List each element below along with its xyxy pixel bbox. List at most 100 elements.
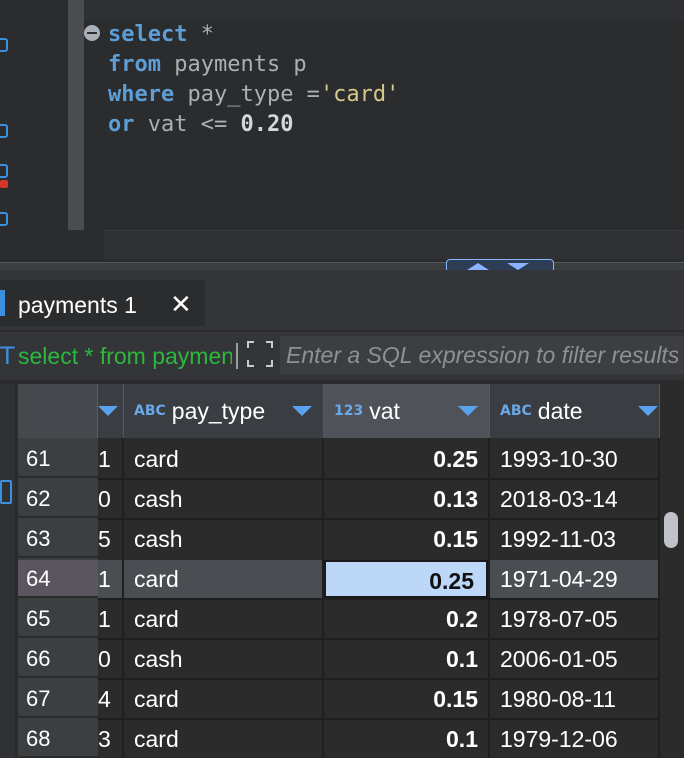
cell-vat[interactable]: 0.1 <box>324 720 490 758</box>
chevron-up-icon <box>467 263 489 270</box>
script-icon[interactable] <box>0 164 8 178</box>
cell-id[interactable]: 1 <box>98 440 124 478</box>
column-name: pay_type <box>171 397 266 424</box>
row-number[interactable]: 62 <box>18 480 98 518</box>
fold-collapse-icon[interactable] <box>84 25 100 41</box>
active-query-label[interactable]: select * from payments p <box>18 340 232 372</box>
grid-line <box>98 678 658 680</box>
grid-line <box>98 718 658 720</box>
cell-date[interactable]: 1980-08-11 <box>490 680 660 718</box>
cell-date[interactable]: 1993-10-30 <box>490 440 660 478</box>
cell-vat[interactable]: 0.1 <box>324 640 490 678</box>
cell-vat[interactable]: 0.25 <box>324 440 490 478</box>
cell-pay-type[interactable]: card <box>124 720 324 758</box>
cell-date[interactable]: 1979-12-06 <box>490 720 660 758</box>
type-abc-icon: ABC <box>134 403 166 419</box>
code-text: payments p <box>160 52 307 77</box>
filter-expression-input[interactable] <box>280 336 684 374</box>
sort-icon[interactable] <box>292 406 312 416</box>
grid-line <box>98 598 658 600</box>
cell-id[interactable]: 3 <box>98 720 124 758</box>
row-number[interactable]: 61 <box>18 440 98 478</box>
editor-header-strip <box>84 0 684 20</box>
cell-pay-type[interactable]: cash <box>124 520 324 558</box>
row-header-corner[interactable] <box>18 384 98 438</box>
keyword: where <box>108 82 175 107</box>
number-literal: 0.20 <box>240 112 294 137</box>
grid-line <box>488 438 490 758</box>
code-line-4: or vat <= 0.20 <box>108 110 293 140</box>
filter-divider <box>236 343 238 369</box>
row-number[interactable]: 67 <box>18 680 98 718</box>
chevron-down-icon <box>507 263 529 270</box>
keyword: from <box>108 52 161 77</box>
editor-code-area[interactable]: select * from payments p where pay_type … <box>84 20 684 230</box>
cell-pay-type[interactable]: card <box>124 680 324 718</box>
column-header-id[interactable] <box>98 384 124 438</box>
cell-id[interactable]: 1 <box>98 560 124 598</box>
text-mode-icon[interactable]: T <box>0 340 15 372</box>
cell-vat[interactable]: 0.13 <box>324 480 490 518</box>
cell-pay-type[interactable]: cash <box>124 480 324 518</box>
cell-date[interactable]: 1992-11-03 <box>490 520 660 558</box>
grid-line <box>98 478 658 480</box>
cell-vat-focused[interactable]: 0.25 <box>324 560 488 598</box>
tab-indicator <box>0 290 5 316</box>
expand-icon[interactable] <box>246 340 274 368</box>
keyword: select <box>108 22 188 47</box>
cell-date[interactable]: 2018-03-14 <box>490 480 660 518</box>
code-line-3: where pay_type ='card' <box>108 80 399 110</box>
grid-line <box>98 638 658 640</box>
cell-vat[interactable]: 0.15 <box>324 680 490 718</box>
cell-vat[interactable]: 0.15 <box>324 520 490 558</box>
error-badge-icon <box>0 180 8 188</box>
editor-horizontal-scrollbar[interactable] <box>104 230 684 259</box>
sort-icon[interactable] <box>638 406 658 416</box>
column-name: date <box>537 397 583 424</box>
row-number[interactable]: 68 <box>18 720 98 758</box>
tab-label: payments 1 <box>18 292 137 318</box>
editor-gutter <box>68 0 84 230</box>
cell-date[interactable]: 1978-07-05 <box>490 600 660 638</box>
grid-side-panel <box>0 384 15 758</box>
editor-side-toolbar <box>0 0 14 268</box>
cell-id[interactable]: 4 <box>98 680 124 718</box>
column-header-vat[interactable]: 123 vat <box>324 384 490 438</box>
row-number[interactable]: 63 <box>18 520 98 558</box>
keyword: or <box>108 112 135 137</box>
code-text: * <box>187 22 214 47</box>
code-line-2: from payments p <box>108 50 307 80</box>
code-text: vat <= <box>134 112 241 137</box>
grid-vertical-scrollbar[interactable] <box>664 512 678 548</box>
grid-line <box>658 438 660 758</box>
row-number-selected[interactable]: 64 <box>18 560 98 598</box>
type-number-icon: 123 <box>334 403 364 419</box>
cell-pay-type[interactable]: card <box>124 440 324 478</box>
cell-id[interactable]: 0 <box>98 640 124 678</box>
cell-pay-type[interactable]: card <box>124 560 324 598</box>
cell-date[interactable]: 1971-04-29 <box>490 560 660 598</box>
cell-id[interactable]: 1 <box>98 600 124 638</box>
close-icon[interactable]: ✕ <box>170 288 192 322</box>
code-line-1: select * <box>108 20 214 50</box>
execute-icon[interactable] <box>0 38 8 52</box>
sort-icon[interactable] <box>98 406 118 416</box>
export-icon[interactable] <box>0 212 8 226</box>
column-name: vat <box>369 397 400 424</box>
cell-vat[interactable]: 0.2 <box>324 600 490 638</box>
column-header-pay-type[interactable]: ABC pay_type <box>124 384 324 438</box>
column-header-date[interactable]: ABC date <box>490 384 660 438</box>
row-number[interactable]: 66 <box>18 640 98 678</box>
cell-date[interactable]: 2006-01-05 <box>490 640 660 678</box>
cell-pay-type[interactable]: cash <box>124 640 324 678</box>
row-number[interactable]: 65 <box>18 600 98 638</box>
code-text: pay_type = <box>174 82 320 107</box>
grid-view-icon[interactable] <box>0 480 12 504</box>
grid-line <box>322 438 324 758</box>
cell-id[interactable]: 0 <box>98 480 124 518</box>
type-abc-icon: ABC <box>500 403 532 419</box>
sort-icon[interactable] <box>458 406 478 416</box>
cell-pay-type[interactable]: card <box>124 600 324 638</box>
cell-id[interactable]: 5 <box>98 520 124 558</box>
explain-icon[interactable] <box>0 124 8 138</box>
